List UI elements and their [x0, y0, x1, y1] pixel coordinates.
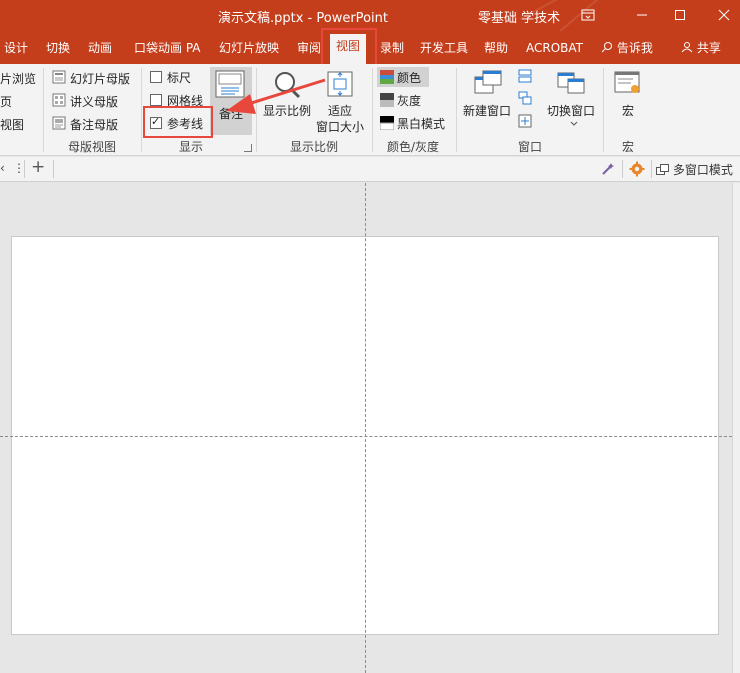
- macros-group-label: 宏: [622, 140, 635, 154]
- zoom-group-label: 显示比例: [290, 140, 339, 154]
- tab-slide-show[interactable]: 幻灯片放映: [219, 40, 279, 58]
- switch-window-button[interactable]: 切换窗口: [547, 102, 595, 119]
- strip-separator: [53, 160, 54, 178]
- black-white-button[interactable]: 黑白模式: [397, 115, 445, 132]
- black-white-icon: [380, 116, 394, 130]
- windows-icon: [656, 164, 669, 175]
- account-name[interactable]: 零基础 学技术: [478, 7, 560, 26]
- group-separator: [141, 68, 142, 152]
- search-icon: [601, 42, 612, 53]
- tab-review[interactable]: 审阅: [297, 40, 321, 58]
- ribbon-display-options-button[interactable]: [576, 4, 600, 26]
- slide-master-button[interactable]: 幻灯片母版: [70, 70, 130, 87]
- window-title: 演示文稿.pptx - PowerPoint: [218, 11, 388, 26]
- chevron-down-icon: [570, 121, 578, 126]
- gridlines-checkbox[interactable]: [150, 94, 162, 106]
- cascade-icon[interactable]: [518, 91, 532, 105]
- strip-separator: [24, 160, 25, 178]
- notes-master-button[interactable]: 备注母版: [70, 116, 118, 133]
- slide-master-icon: [52, 70, 66, 84]
- handout-master-button[interactable]: 讲义母版: [70, 93, 118, 110]
- thumbnail-strip: ‹ ⋮ + 多窗口模式: [0, 157, 740, 182]
- grayscale-button[interactable]: 灰度: [397, 92, 421, 109]
- macros-icon: [614, 71, 640, 93]
- normal-view-button[interactable]: 视图: [0, 116, 24, 133]
- ribbon-display-icon: [581, 9, 595, 21]
- color-swatch-icon: [380, 70, 394, 84]
- vertical-scrollbar[interactable]: [732, 183, 740, 673]
- grayscale-icon: [380, 93, 394, 107]
- tab-animations[interactable]: 动画: [88, 40, 112, 58]
- close-icon: [718, 9, 730, 21]
- minimize-icon: [637, 14, 647, 16]
- multi-window-mode-label: 多窗口模式: [672, 163, 733, 177]
- show-group-label: 显示: [179, 140, 204, 154]
- add-icon[interactable]: +: [31, 157, 45, 177]
- slide-sorter-button[interactable]: 片浏览: [0, 70, 36, 87]
- group-separator: [43, 68, 44, 152]
- group-separator: [372, 68, 373, 152]
- tab-help[interactable]: 帮助: [484, 40, 508, 58]
- close-button[interactable]: [712, 4, 736, 26]
- annotation-arrow: [226, 78, 326, 114]
- notes-master-icon: [52, 116, 66, 130]
- switch-window-icon: [557, 72, 585, 94]
- ruler-label: 标尺: [167, 71, 192, 85]
- magic-wand-icon[interactable]: [600, 161, 616, 177]
- slide-workspace: [0, 183, 732, 673]
- tab-pocket-animation[interactable]: 口袋动画 PA: [134, 40, 201, 58]
- maximize-icon: [675, 10, 685, 20]
- vertical-guide[interactable]: [365, 183, 366, 673]
- macros-button[interactable]: 宏: [622, 102, 634, 119]
- arrange-all-icon[interactable]: [518, 69, 532, 83]
- tell-me-label: 告诉我: [616, 41, 653, 55]
- group-separator: [603, 68, 604, 152]
- move-split-icon[interactable]: [518, 114, 532, 128]
- tell-me-search[interactable]: 告诉我: [601, 40, 653, 58]
- chevron-left-icon[interactable]: ‹: [0, 161, 5, 175]
- maximize-button[interactable]: [668, 4, 692, 26]
- handout-master-icon: [52, 93, 66, 107]
- share-button[interactable]: 共享: [681, 40, 721, 58]
- tab-acrobat[interactable]: ACROBAT: [526, 40, 583, 58]
- ruler-checkbox[interactable]: [150, 71, 162, 83]
- tab-record[interactable]: 录制: [380, 40, 404, 58]
- share-label: 共享: [696, 41, 721, 55]
- minimize-button[interactable]: [630, 4, 654, 26]
- master-views-group-label: 母版视图: [68, 140, 117, 154]
- color-label: 颜色: [397, 71, 422, 85]
- reading-view-button[interactable]: 页: [0, 93, 12, 110]
- new-window-button[interactable]: 新建窗口: [463, 102, 511, 119]
- strip-separator: [651, 160, 652, 178]
- window-group-label: 窗口: [518, 140, 543, 154]
- person-icon: [681, 42, 693, 53]
- show-dialog-launcher[interactable]: [244, 144, 252, 152]
- tab-design[interactable]: 设计: [4, 40, 28, 58]
- color-group-label: 颜色/灰度: [387, 140, 440, 154]
- gear-icon[interactable]: [629, 161, 645, 177]
- tab-developer[interactable]: 开发工具: [420, 40, 468, 58]
- tab-transitions[interactable]: 切换: [46, 40, 70, 58]
- horizontal-guide[interactable]: [0, 436, 732, 437]
- multi-window-mode-button[interactable]: 多窗口模式: [656, 161, 733, 178]
- group-separator: [456, 68, 457, 152]
- strip-separator: [622, 160, 623, 178]
- new-window-icon: [474, 70, 502, 94]
- ribbon-view: 片浏览 页 视图 幻灯片母版 讲义母版 备注母版 母版视图 标尺 网格线 参考线…: [0, 64, 740, 156]
- color-button[interactable]: 颜色: [377, 67, 429, 87]
